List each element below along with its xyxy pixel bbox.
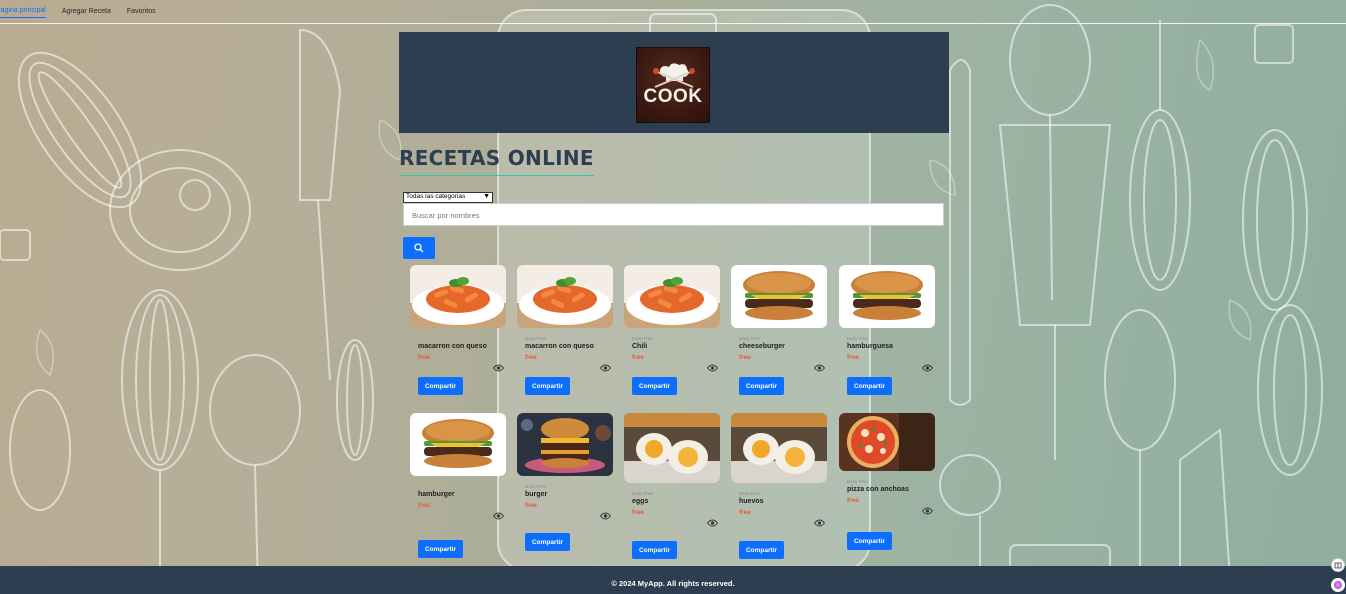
recipe-tag: Dairy Free	[739, 336, 761, 341]
share-button[interactable]: Compartir	[847, 377, 892, 395]
recipe-tag: Dairy Free	[847, 336, 869, 341]
top-nav: Pagina principal Agregar Receta Favorito…	[0, 0, 1346, 24]
recipe-image[interactable]	[839, 413, 935, 471]
recipe-image[interactable]	[517, 413, 613, 476]
footer: © 2024 MyApp. All rights reserved.	[0, 566, 1346, 594]
recipe-name: macarron con queso	[418, 343, 487, 350]
recipe-card[interactable]: macarron con queso free Compartir	[410, 265, 506, 407]
chevron-down-icon: ▼	[483, 193, 490, 200]
recipe-image[interactable]	[731, 413, 827, 483]
chef-hat-icon	[653, 63, 695, 88]
share-button[interactable]: Compartir	[632, 541, 677, 559]
recipe-card[interactable]: Dairy Free burger free Compartir	[517, 413, 613, 557]
hero-banner: COOK	[399, 32, 949, 133]
recipe-card[interactable]: hamburger free Compartir	[410, 413, 506, 559]
recipe-image[interactable]	[624, 265, 720, 328]
recipe-tag: Dairy Free	[847, 479, 869, 484]
recipe-name: hamburguesa	[847, 343, 893, 350]
recipe-image[interactable]	[731, 265, 827, 328]
recipe-tag: Dairy Free	[525, 336, 547, 341]
share-button[interactable]: Compartir	[739, 377, 784, 395]
recipe-name: cheeseburger	[739, 343, 785, 350]
footer-copyright: © 2024 MyApp. All rights reserved.	[611, 579, 735, 588]
recipe-image[interactable]	[410, 265, 506, 328]
assistant-icon[interactable]	[1331, 578, 1345, 592]
category-select[interactable]: Todas las categorias ▼	[403, 192, 493, 203]
recipe-name: eggs	[632, 498, 649, 505]
eye-icon[interactable]	[921, 502, 934, 520]
category-select-value: Todas las categorias	[406, 193, 466, 200]
main-content: COOK RECETAS ONLINE Todas las categorias…	[399, 32, 949, 259]
share-button[interactable]: Compartir	[418, 377, 463, 395]
recipe-image[interactable]	[517, 265, 613, 328]
recipe-name: Chili	[632, 343, 648, 350]
search-input[interactable]: Buscar por nombres	[403, 203, 944, 226]
eye-icon[interactable]	[706, 359, 719, 377]
recipe-name: macarron con queso	[525, 343, 594, 350]
eye-icon[interactable]	[706, 514, 719, 532]
share-button[interactable]: Compartir	[847, 532, 892, 550]
recipe-card[interactable]: Dairy Free Chili free Compartir	[624, 265, 720, 407]
share-button[interactable]: Compartir	[418, 540, 463, 558]
nav-favorites-link[interactable]: Favoritos	[127, 0, 156, 24]
recipe-image[interactable]	[624, 413, 720, 483]
recipe-card[interactable]: Dairy Free eggs free Compartir	[624, 413, 720, 561]
share-button[interactable]: Compartir	[632, 377, 677, 395]
eye-icon[interactable]	[492, 507, 505, 525]
recipe-tag: Dairy Free	[739, 491, 761, 496]
page-title: RECETAS ONLINE	[399, 146, 594, 176]
recipe-name: huevos	[739, 498, 764, 505]
cook-logo: COOK	[636, 47, 710, 123]
recipe-tag: Dairy Free	[632, 336, 654, 341]
recipe-card[interactable]: Dairy Free pizza con anchoas free Compartir	[839, 413, 935, 550]
recipe-name: hamburger	[418, 491, 455, 498]
recipe-image[interactable]	[410, 413, 506, 476]
share-button[interactable]: Compartir	[739, 541, 784, 559]
book-icon[interactable]	[1331, 558, 1345, 572]
recipe-card[interactable]: Dairy Free macarron con queso free Comparti…	[517, 265, 613, 407]
search-button[interactable]	[403, 237, 435, 259]
nav-home-link[interactable]: Pagina principal	[0, 5, 46, 18]
recipe-card[interactable]: Dairy Free hamburguesa free Compartir	[839, 265, 935, 407]
recipe-tag	[418, 484, 506, 490]
eye-icon[interactable]	[492, 359, 505, 377]
recipe-card[interactable]: Dairy Free cheeseburger free Compartir	[731, 265, 827, 407]
recipe-image[interactable]	[839, 265, 935, 328]
recipe-tag: Dairy Free	[525, 484, 547, 489]
recipe-tag	[418, 336, 506, 342]
eye-icon[interactable]	[813, 359, 826, 377]
recipe-name: burger	[525, 491, 548, 498]
search-icon	[414, 243, 424, 253]
eye-icon[interactable]	[921, 359, 934, 377]
recipe-card[interactable]: Dairy Free huevos free Compartir	[731, 413, 827, 561]
eye-icon[interactable]	[599, 359, 612, 377]
eye-icon[interactable]	[813, 514, 826, 532]
recipe-tag: Dairy Free	[632, 491, 654, 496]
share-button[interactable]: Compartir	[525, 377, 570, 395]
nav-add-recipe-link[interactable]: Agregar Receta	[62, 0, 111, 24]
share-button[interactable]: Compartir	[525, 533, 570, 551]
eye-icon[interactable]	[599, 507, 612, 525]
recipe-name: pizza con anchoas	[847, 486, 909, 493]
